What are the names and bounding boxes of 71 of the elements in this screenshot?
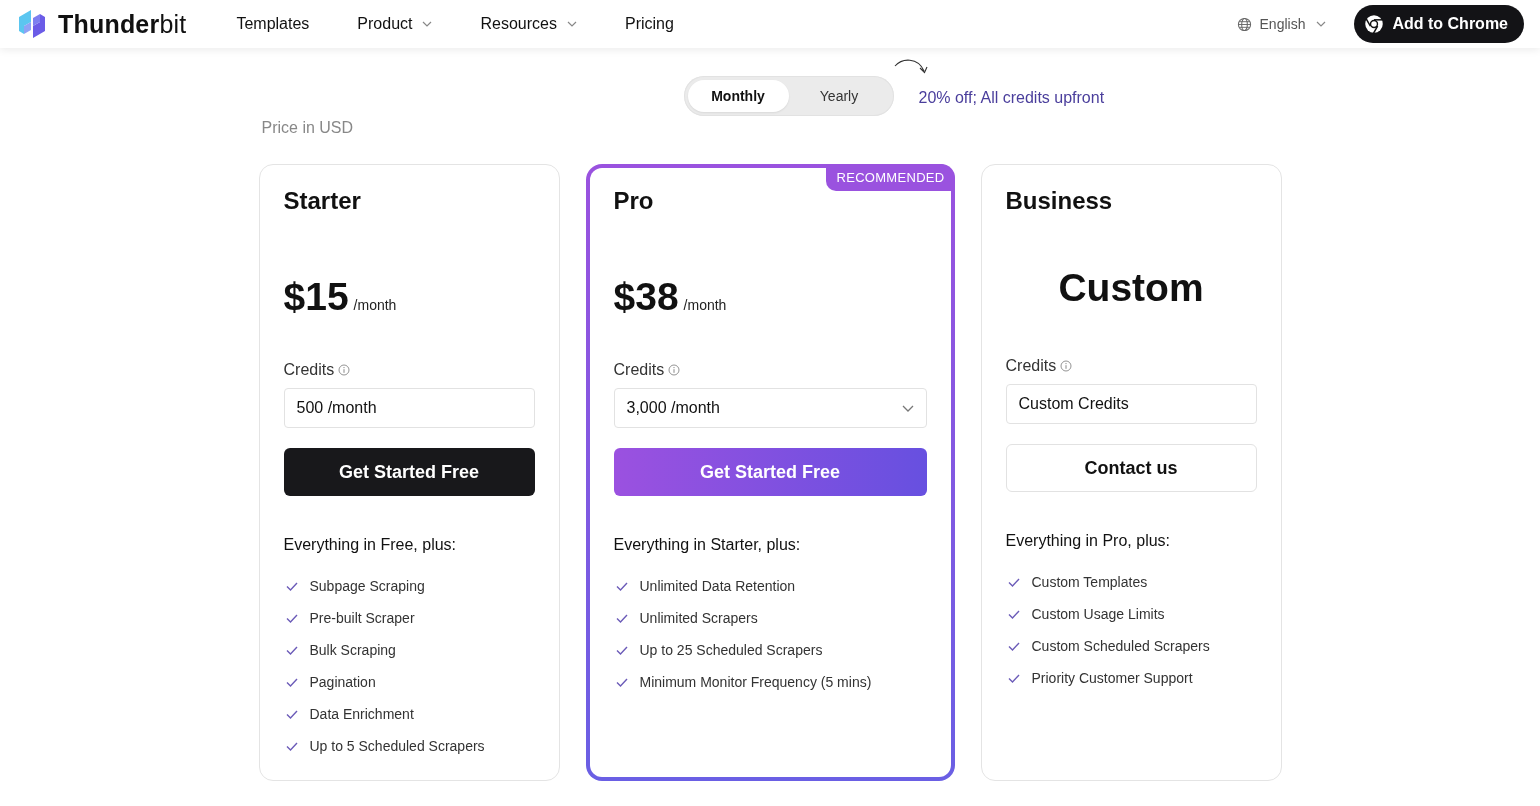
chevron-down-icon: [566, 21, 577, 27]
price-period: /month: [353, 297, 397, 313]
price-amount: $38: [613, 274, 679, 320]
discount-note: 20% off; All credits upfront: [918, 89, 1105, 106]
feature-item: Unlimited Data Retention: [639, 578, 796, 594]
credits-select[interactable]: 3,000 /month: [613, 388, 927, 428]
check-icon: [1007, 609, 1020, 619]
plan-title: Business: [1005, 186, 1113, 216]
price-period: /month: [683, 297, 727, 313]
plan-action-button[interactable]: Contact us: [1005, 444, 1257, 492]
feature-item: Up to 5 Scheduled Scrapers: [309, 738, 485, 754]
nav-link[interactable]: Pricing: [624, 15, 674, 33]
currency-note: Price in USD: [261, 119, 354, 136]
feature-item: Custom Usage Limits: [1031, 606, 1165, 622]
chevron-down-icon: [1316, 21, 1327, 27]
feature-item: Data Enrichment: [309, 706, 414, 722]
features-heading: Everything in Free, plus:: [283, 535, 457, 555]
check-icon: [285, 709, 298, 719]
credits-field[interactable]: 500 /month: [283, 388, 535, 428]
feature-item: Minimum Monitor Frequency (5 mins): [639, 674, 872, 690]
billing-option[interactable]: Yearly: [788, 80, 890, 112]
check-icon: [615, 613, 628, 623]
price-amount: $15: [283, 274, 349, 320]
plan-action-button[interactable]: Get Started Free: [283, 448, 535, 496]
features-heading: Everything in Pro, plus:: [1005, 531, 1171, 551]
plan-action-button[interactable]: Get Started Free: [613, 448, 927, 496]
check-icon: [285, 645, 298, 655]
feature-item: Custom Templates: [1031, 574, 1148, 590]
recommended-badge: RECOMMENDED: [826, 164, 955, 191]
nav-link[interactable]: Templates: [236, 15, 310, 33]
info-icon: [668, 364, 681, 376]
credits-field[interactable]: Custom Credits: [1005, 384, 1257, 424]
info-icon: [338, 364, 351, 376]
logo-icon: [18, 9, 46, 39]
check-icon: [285, 581, 298, 591]
language-label: English: [1259, 16, 1306, 32]
check-icon: [1007, 577, 1020, 587]
info-icon: [1060, 360, 1073, 372]
chevron-down-icon: [422, 21, 433, 27]
feature-item: Up to 25 Scheduled Scrapers: [639, 642, 823, 658]
check-icon: [285, 677, 298, 687]
feature-item: Pagination: [309, 674, 376, 690]
check-icon: [1007, 641, 1020, 651]
check-icon: [615, 645, 628, 655]
chevron-down-icon: [901, 404, 914, 412]
billing-option[interactable]: Monthly: [687, 80, 789, 112]
check-icon: [285, 741, 298, 751]
feature-item: Pre-built Scraper: [309, 610, 415, 626]
plan-title: Starter: [283, 186, 361, 216]
feature-item: Bulk Scraping: [309, 642, 396, 658]
feature-item: Unlimited Scrapers: [639, 610, 758, 626]
check-icon: [615, 677, 628, 687]
check-icon: [615, 581, 628, 591]
globe-icon: [1236, 16, 1252, 32]
feature-item: Subpage Scraping: [309, 578, 425, 594]
chrome-icon: [1364, 14, 1385, 34]
nav-menu-link[interactable]: Product: [357, 15, 433, 33]
credits-label: Credits: [1005, 356, 1057, 376]
add-to-chrome-button[interactable]: Add to Chrome: [1354, 5, 1524, 43]
plan-title: Pro: [613, 186, 654, 216]
check-icon: [1007, 673, 1020, 683]
credits-label: Credits: [613, 360, 665, 380]
language-selector[interactable]: English: [1236, 16, 1327, 32]
custom-price: Custom: [1058, 265, 1204, 311]
credits-label: Credits: [283, 360, 335, 380]
features-heading: Everything in Starter, plus:: [613, 535, 801, 555]
logo-link[interactable]: Thunderbit: [18, 9, 187, 39]
nav-menu-link[interactable]: Resources: [480, 15, 577, 33]
feature-item: Priority Customer Support: [1031, 670, 1193, 686]
feature-item: Custom Scheduled Scrapers: [1031, 638, 1210, 654]
check-icon: [285, 613, 298, 623]
